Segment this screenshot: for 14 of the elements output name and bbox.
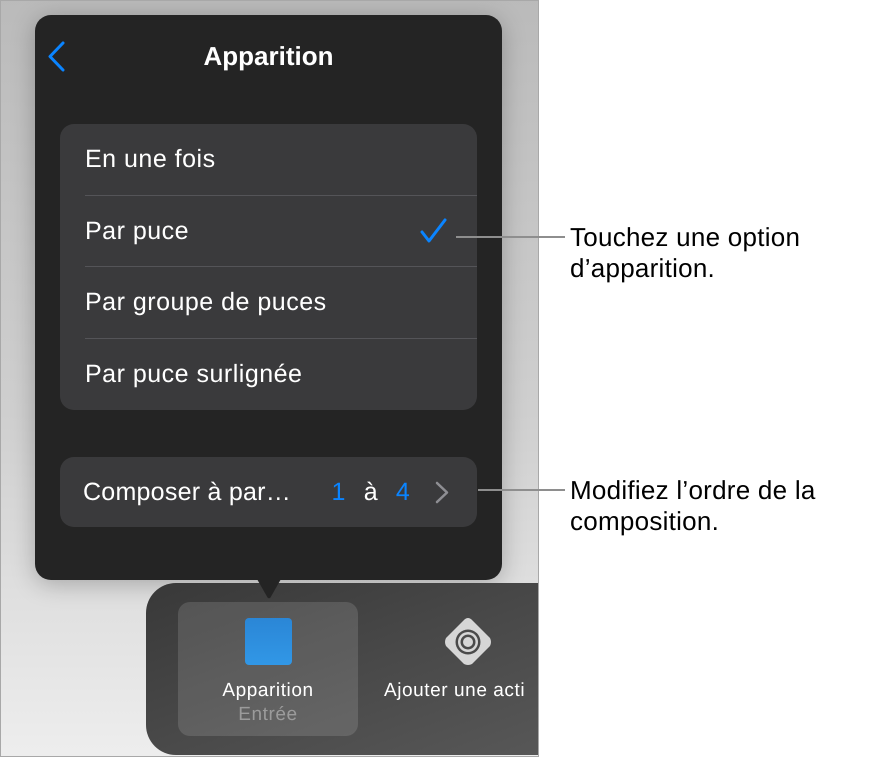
- option-row[interactable]: Par puce surlignée: [60, 338, 477, 410]
- range-separator: à: [364, 477, 378, 507]
- option-row[interactable]: Par groupe de puces: [60, 267, 477, 338]
- square-icon: [244, 618, 292, 665]
- effect-tile[interactable]: Apparition Entrée: [178, 602, 358, 736]
- add-action-button[interactable]: Ajouter une acti: [378, 602, 533, 736]
- chevron-right-icon: [435, 480, 450, 504]
- option-row[interactable]: En une fois: [60, 124, 477, 196]
- diamond-target-icon: [443, 617, 493, 667]
- callout-text: Touchez une option d’apparition.: [570, 222, 802, 284]
- popover-title: Apparition: [204, 40, 334, 72]
- option-row[interactable]: Par puce: [60, 196, 477, 267]
- callout-text: Modifiez l’ordre de la composition.: [570, 475, 817, 537]
- back-chevron-icon[interactable]: [47, 40, 65, 72]
